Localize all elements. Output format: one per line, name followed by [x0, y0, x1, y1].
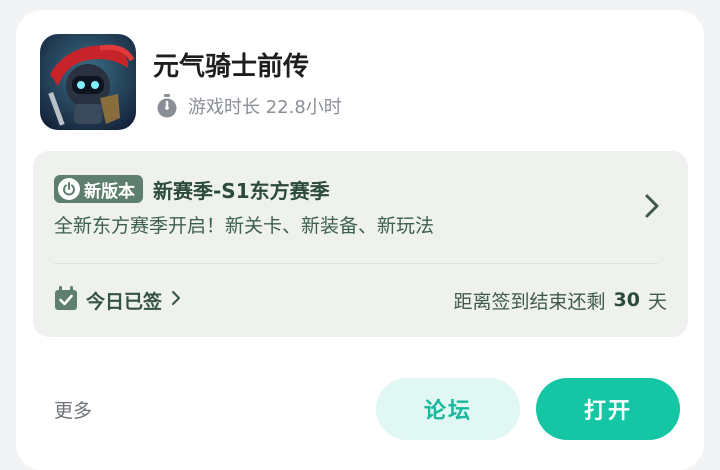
new-version-badge: 新版本 [54, 175, 143, 203]
divider [54, 263, 658, 264]
game-app-icon[interactable] [40, 34, 136, 130]
game-title: 元气骑士前传 [153, 52, 310, 82]
calendar-check-icon [54, 285, 78, 316]
playtime-label: 游戏时长 22.8小时 [188, 97, 342, 118]
version-row[interactable]: 新版本 新赛季-S1东方赛季 [54, 172, 330, 206]
stopwatch-icon [156, 94, 178, 118]
signin-status[interactable]: 今日已签 [54, 285, 182, 315]
signin-label: 今日已签 [86, 290, 163, 313]
countdown-suffix: 天 [647, 290, 667, 313]
season-description: 全新东方赛季开启！新关卡、新装备、新玩法 [54, 215, 435, 237]
chevron-right-icon[interactable] [640, 192, 664, 220]
season-title: 新赛季-S1东方赛季 [153, 178, 330, 203]
power-icon [58, 178, 80, 200]
chevron-right-small-icon [170, 289, 182, 311]
playtime-info: 游戏时长 22.8小时 [156, 92, 342, 120]
badge-label: 新版本 [84, 181, 135, 202]
more-link[interactable]: 更多 [54, 396, 92, 423]
countdown-prefix: 距离签到结束还剩 [453, 290, 606, 313]
countdown-days: 30 [613, 289, 640, 311]
open-button[interactable]: 打开 [536, 378, 680, 440]
signin-countdown: 距离签到结束还剩 30 天 [454, 285, 667, 315]
forum-button[interactable]: 论坛 [376, 378, 520, 440]
